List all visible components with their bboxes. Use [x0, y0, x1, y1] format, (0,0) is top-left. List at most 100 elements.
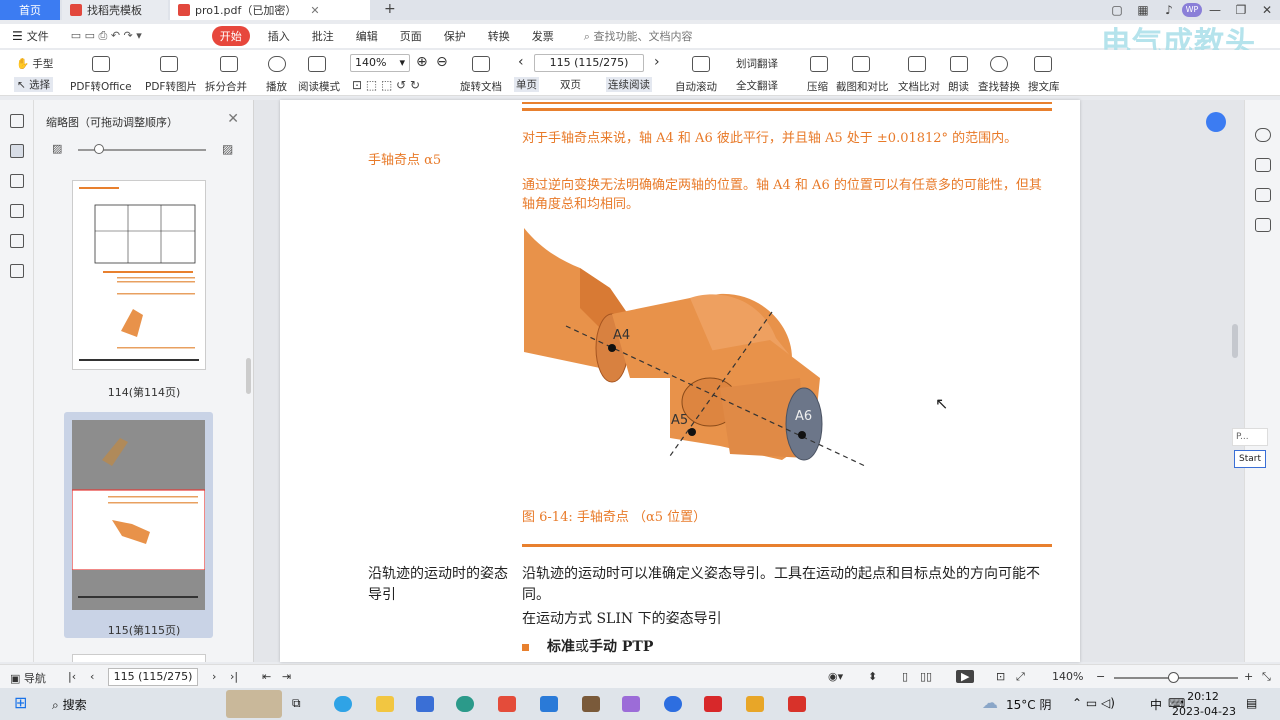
tray-icons[interactable]: ⌃ ▭ ◁) — [1072, 696, 1115, 710]
attachment-icon[interactable] — [10, 204, 24, 218]
thumbnail-page-115-selected[interactable] — [64, 412, 213, 638]
hamburger-icon[interactable]: ☰ — [12, 29, 23, 43]
screenshot-compare-button[interactable]: 截图和对比 — [836, 79, 889, 94]
thumb-scrollbar[interactable] — [246, 358, 251, 394]
edge-icon[interactable] — [334, 696, 352, 712]
bell-icon[interactable]: ♪ — [1156, 3, 1182, 17]
next-page-icon[interactable]: › — [212, 670, 216, 683]
file-explorer-icon[interactable] — [376, 696, 394, 712]
bookmark-icon[interactable] — [10, 114, 24, 128]
read-aloud-button[interactable]: 朗读 — [948, 79, 969, 94]
menu-edit[interactable]: 编辑 — [356, 28, 378, 44]
pdf-to-office-button[interactable]: PDF转Office — [70, 79, 132, 94]
restore-icon[interactable]: ▢ — [1104, 3, 1130, 17]
next-page-icon[interactable]: › — [654, 54, 660, 70]
play-icon[interactable]: ▶ — [956, 670, 975, 683]
store-icon[interactable] — [416, 696, 434, 712]
close-icon[interactable]: ✕ — [1254, 3, 1280, 17]
windows-start-icon[interactable]: ⊞ — [14, 693, 27, 712]
hand-tool[interactable]: ✋ 手型 — [16, 56, 53, 71]
float-tool-icon[interactable] — [1206, 112, 1226, 132]
large-image-icon[interactable]: ▨ — [222, 142, 233, 156]
app-icon-5[interactable] — [664, 696, 682, 712]
prev-page-icon[interactable]: ‹ — [90, 670, 94, 683]
last-page-icon[interactable]: ›| — [230, 670, 238, 683]
menu-protect[interactable]: 保护 — [444, 28, 466, 44]
app-icon-4[interactable] — [622, 696, 640, 712]
new-tab-icon[interactable]: + — [384, 1, 396, 17]
zoom-out-icon[interactable]: − — [1096, 670, 1105, 683]
fit-icons[interactable]: ⊡ ⬚ ⬚ ↺ ↻ — [352, 78, 420, 92]
weather-text[interactable]: 15°C 阴 — [1006, 696, 1051, 713]
viewer-scrollbar[interactable] — [1232, 324, 1238, 358]
small-image-icon[interactable]: ▨ — [52, 142, 62, 155]
avatar[interactable]: WP — [1182, 3, 1202, 17]
grid-icon[interactable]: ▦ — [1130, 3, 1156, 17]
zoom-search-icon[interactable] — [1255, 128, 1271, 142]
signature-icon[interactable] — [10, 234, 24, 248]
quick-access-icons[interactable]: ▭ ▭ ⎙ ↶ ↷ ▾ — [71, 29, 142, 43]
thumbnail-page-116[interactable] — [72, 654, 206, 662]
menu-convert[interactable]: 转换 — [488, 28, 510, 44]
autoscroll-button[interactable]: 自动滚动 — [675, 79, 717, 94]
back-icon[interactable]: ⇤ — [262, 670, 271, 683]
search-library-button[interactable]: 搜文库 — [1028, 79, 1060, 94]
settings-sliders-icon[interactable] — [1255, 188, 1271, 202]
tab-templates[interactable]: 找稻壳模板 — [62, 0, 168, 20]
mail-icon[interactable] — [540, 696, 558, 712]
menu-page[interactable]: 页面 — [400, 28, 422, 44]
split-merge-button[interactable]: 拆分合并 — [205, 79, 247, 94]
double-view-icon[interactable]: ▯▯ — [920, 670, 932, 683]
ime-indicator[interactable]: 中 — [1150, 696, 1162, 713]
menu-insert[interactable]: 插入 — [268, 28, 290, 44]
zoom-in-icon[interactable]: ⊕ — [416, 54, 428, 70]
maximize-icon[interactable]: ❐ — [1228, 3, 1254, 17]
eye-icon[interactable]: ◉▾ — [828, 670, 843, 683]
search-input[interactable]: ⌕ 查找功能、文档内容 — [584, 28, 693, 44]
continuous-button[interactable]: 连续阅读 — [606, 77, 652, 92]
first-page-icon[interactable]: |‹ — [68, 670, 76, 683]
menu-file[interactable]: 文件 — [27, 28, 49, 44]
minimize-icon[interactable]: — — [1202, 3, 1228, 17]
fit-window-icon[interactable]: ⤡ — [1262, 670, 1271, 684]
notification-icon[interactable]: ▤ — [1246, 696, 1257, 710]
select-tool[interactable]: ↖ 选择 — [14, 77, 54, 92]
clock-date[interactable]: 2023-04-23 — [1164, 705, 1244, 718]
fit-page-icon[interactable]: ⊡ — [996, 670, 1005, 683]
close-icon[interactable]: ✕ — [227, 111, 239, 127]
read-mode-button[interactable]: 阅读模式 — [298, 79, 340, 94]
nav-toggle[interactable]: ▣ 导航 — [10, 670, 46, 686]
side-widget-top[interactable]: P... — [1232, 428, 1268, 446]
fullscreen-icon[interactable]: ⤢ — [1016, 670, 1025, 684]
zoom-out-icon[interactable]: ⊖ — [436, 54, 448, 70]
status-zoom[interactable]: 140% — [1052, 670, 1083, 683]
zoom-in-icon[interactable]: + — [1244, 670, 1253, 683]
menu-start[interactable]: 开始 — [211, 26, 250, 46]
zoom-select[interactable]: 140% ▾ — [350, 54, 410, 72]
taskbar-search[interactable]: ⌕ 搜索 — [52, 696, 87, 713]
app-icon-3[interactable] — [582, 696, 600, 712]
status-page-input[interactable]: 115 (115/275) — [108, 668, 198, 686]
task-view-icon[interactable]: ⧉ — [292, 696, 301, 711]
prev-page-icon[interactable]: ‹ — [518, 54, 524, 70]
app-icon-2[interactable] — [498, 696, 516, 712]
pdf-to-image-button[interactable]: PDF转图片 — [145, 79, 197, 94]
single-view-icon[interactable]: ▯ — [902, 670, 908, 683]
menu-invoice[interactable]: 发票 — [532, 28, 554, 44]
thumbnail-page-115[interactable] — [71, 420, 206, 610]
compress-button[interactable]: 压缩 — [807, 79, 828, 94]
double-page-button[interactable]: 双页 — [560, 77, 581, 92]
zoom-slider-handle[interactable] — [1168, 672, 1179, 683]
find-replace-button[interactable]: 查找替换 — [978, 79, 1020, 94]
tab-home[interactable]: 首页 — [0, 0, 60, 20]
full-translate-button[interactable]: 全文翻译 — [736, 78, 778, 93]
thumbnail-icon[interactable] — [10, 144, 24, 158]
wps-icon[interactable] — [704, 696, 722, 712]
image-search-icon[interactable] — [1255, 218, 1271, 232]
tab-pdf[interactable]: pro1.pdf（已加密） ✕ — [170, 0, 370, 20]
page-number-input[interactable]: 115 (115/275) — [534, 54, 644, 72]
thumbnail-page-114[interactable] — [72, 180, 206, 370]
rotate-button[interactable]: 旋转文档 — [460, 79, 502, 94]
layers-icon[interactable] — [10, 264, 24, 278]
word-translate-button[interactable]: 划词翻译 — [736, 56, 778, 71]
